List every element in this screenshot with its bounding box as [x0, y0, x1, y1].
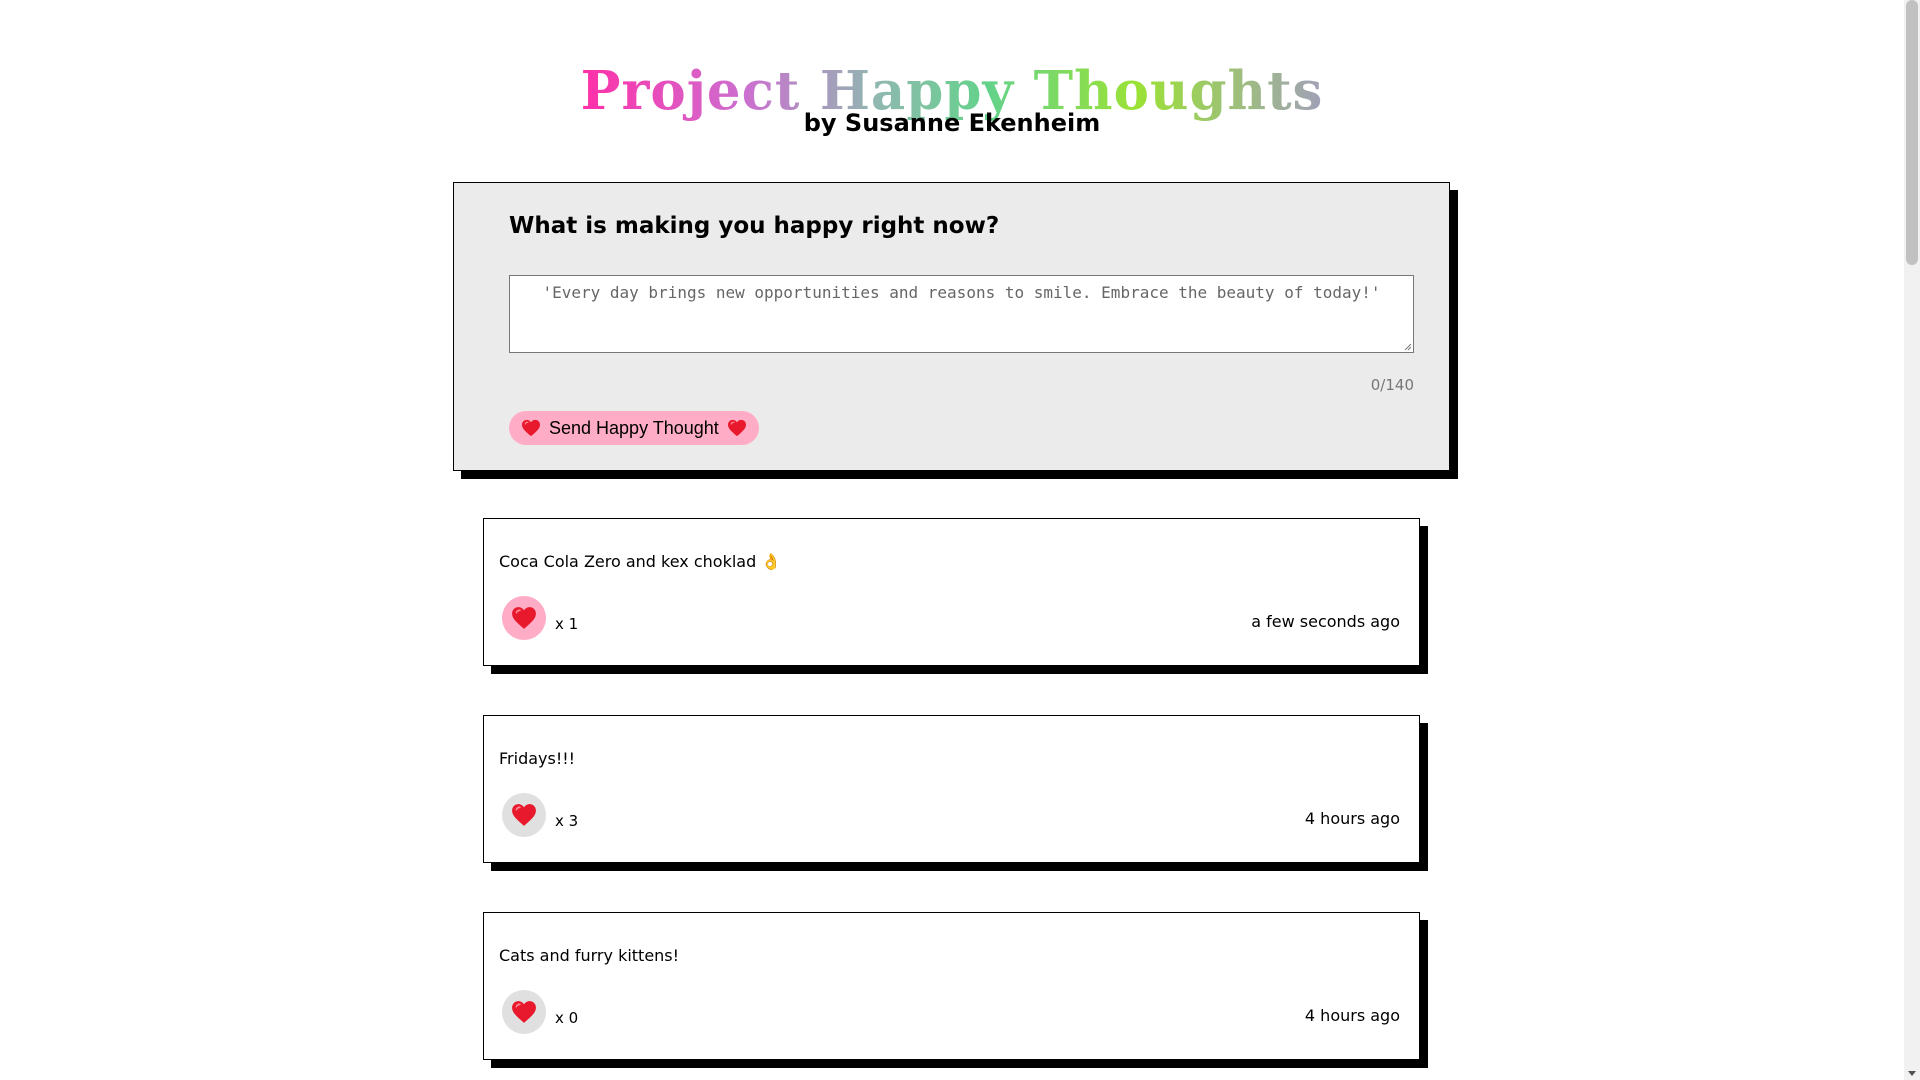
- thought-card: Fridays!!! x 3 4 hours ago: [483, 715, 1420, 863]
- thought-timestamp: 4 hours ago: [1304, 1006, 1400, 1025]
- heart-icon: [511, 606, 537, 630]
- heart-icon: [727, 419, 747, 437]
- like-count: x 0: [555, 1009, 579, 1027]
- thought-timestamp: a few seconds ago: [1251, 612, 1400, 631]
- thought-text: Fridays!!!: [499, 749, 576, 768]
- heart-icon: [511, 803, 537, 827]
- thought-input[interactable]: [509, 275, 1414, 353]
- like-count: x 3: [555, 812, 579, 830]
- like-button[interactable]: [502, 596, 546, 640]
- like-button[interactable]: [502, 793, 546, 837]
- scroll-down-arrow-icon[interactable]: [1908, 1071, 1916, 1076]
- page: Project Happy Thoughts by Susanne Ekenhe…: [0, 0, 1904, 1080]
- form-question: What is making you happy right now?: [509, 213, 1000, 239]
- scrollbar-thumb[interactable]: [1906, 0, 1918, 265]
- like-button[interactable]: [502, 990, 546, 1034]
- thought-text: Coca Cola Zero and kex choklad 👌: [499, 552, 782, 571]
- like-count: x 1: [555, 615, 579, 633]
- char-counter: 0/140: [1370, 376, 1414, 394]
- thought-card: Coca Cola Zero and kex choklad 👌 x 1 a f…: [483, 518, 1420, 666]
- send-button-label: Send Happy Thought: [549, 417, 719, 438]
- thought-timestamp: 4 hours ago: [1304, 809, 1400, 828]
- heart-icon: [521, 419, 541, 437]
- happy-thought-form: What is making you happy right now? 0/14…: [453, 182, 1450, 471]
- page-subtitle: by Susanne Ekenheim: [803, 109, 1101, 137]
- send-happy-thought-button[interactable]: Send Happy Thought: [509, 411, 759, 445]
- heart-icon: [511, 1000, 537, 1024]
- thought-text: Cats and furry kittens!: [499, 946, 680, 965]
- thought-card: Cats and furry kittens! x 0 4 hours ago: [483, 912, 1420, 1060]
- vertical-scrollbar[interactable]: [1904, 0, 1920, 1080]
